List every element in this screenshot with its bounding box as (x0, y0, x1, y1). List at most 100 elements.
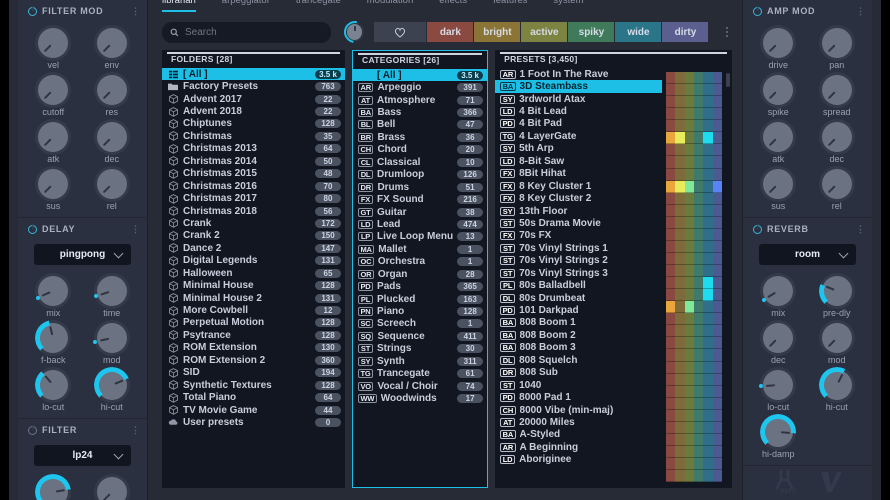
knob-dial[interactable] (759, 370, 794, 400)
tag-matrix-cell[interactable] (712, 132, 722, 145)
tag-matrix-cell[interactable] (675, 385, 685, 398)
knob-dial[interactable] (96, 169, 127, 199)
category-row[interactable]: AR Arpeggio 391 (353, 81, 487, 93)
tag-matrix-cell[interactable] (712, 228, 722, 241)
tag-matrix-cell[interactable] (684, 385, 694, 398)
knob-dial[interactable] (96, 75, 127, 105)
preset-row[interactable]: AR A Beginning (495, 441, 662, 453)
tag-filter-dark[interactable]: dark (427, 22, 474, 42)
knob-lo-cut[interactable]: lo-cut (25, 367, 81, 412)
tag-matrix-cell[interactable] (684, 277, 694, 290)
category-row[interactable]: LD Lead 474 (353, 218, 487, 230)
tag-matrix-cell[interactable] (675, 337, 685, 350)
preset-row[interactable]: SY 5th Arp (495, 143, 662, 155)
browser-volume-knob[interactable] (339, 16, 371, 48)
favorite-filter-button[interactable] (374, 22, 427, 42)
tag-matrix-cell[interactable] (693, 156, 704, 169)
tag-matrix-cell[interactable] (675, 132, 685, 145)
tag-matrix-cell[interactable] (666, 72, 676, 85)
folder-row[interactable]: Advent 2017 22 (162, 93, 345, 105)
tab-trancegate[interactable]: trancegate (296, 0, 341, 10)
tag-matrix-cell[interactable] (675, 458, 685, 471)
tag-matrix-cell[interactable] (684, 301, 694, 314)
folder-row[interactable]: Dance 2 147 (162, 242, 345, 254)
tag-matrix-cell[interactable] (703, 421, 713, 434)
knob-res[interactable]: res (84, 72, 140, 117)
folder-row[interactable]: Halloween 65 (162, 267, 345, 279)
tag-matrix-cell[interactable] (703, 349, 713, 362)
tag-matrix-cell[interactable] (703, 204, 713, 217)
category-row[interactable]: SY Synth 311 (353, 355, 487, 367)
tag-matrix-cell[interactable] (666, 325, 676, 338)
power-icon[interactable] (28, 6, 37, 16)
knob-dial[interactable] (763, 169, 794, 199)
tag-matrix-cell[interactable] (703, 470, 713, 483)
tag-matrix-cell[interactable] (684, 265, 694, 278)
tag-matrix-cell[interactable] (712, 458, 722, 471)
tag-matrix-cell[interactable] (666, 421, 676, 434)
tag-matrix-cell[interactable] (666, 361, 676, 374)
knob-dial[interactable] (38, 75, 69, 105)
tag-matrix-cell[interactable] (712, 84, 722, 97)
tag-matrix-cell[interactable] (712, 470, 722, 483)
tag-matrix-cell[interactable] (666, 301, 676, 314)
tag-matrix-cell[interactable] (693, 240, 704, 253)
folder-row[interactable]: Christmas 35 (162, 130, 345, 142)
tag-matrix-cell[interactable] (684, 120, 694, 133)
tag-matrix-cell[interactable] (712, 349, 722, 362)
folders-list[interactable]: [ All ] 3.5 k Factory Presets 763 Advent 201… (162, 68, 345, 488)
tag-matrix-cell[interactable] (693, 445, 704, 458)
tag-matrix-cell[interactable] (675, 433, 685, 446)
tag-matrix-cell[interactable] (703, 240, 713, 253)
knob-dec[interactable]: dec (809, 119, 865, 164)
knob-mod[interactable]: mod (84, 320, 140, 365)
tag-matrix-cell[interactable] (693, 409, 704, 422)
tag-matrix-cell[interactable] (693, 397, 704, 410)
knob-res[interactable]: res (84, 474, 140, 500)
tag-matrix-cell[interactable] (693, 265, 704, 278)
preset-row[interactable]: LD 8-Bit Saw (495, 155, 662, 167)
folder-row[interactable]: ROM Extension 130 (162, 342, 345, 354)
tag-matrix-cell[interactable] (684, 228, 694, 241)
tag-matrix-cell[interactable] (666, 120, 676, 133)
knob-sus[interactable]: sus (25, 166, 81, 211)
knob-dial[interactable] (763, 122, 794, 152)
tag-matrix-cell[interactable] (675, 470, 685, 483)
tag-matrix-cell[interactable] (693, 108, 704, 121)
knob-hi-damp[interactable]: hi-damp (750, 414, 806, 459)
tag-matrix-cell[interactable] (666, 252, 676, 265)
knob-rel[interactable]: rel (84, 166, 140, 211)
tag-matrix-cell[interactable] (666, 156, 676, 169)
tag-matrix-cell[interactable] (675, 216, 685, 229)
toolbar-menu-icon[interactable] (722, 27, 732, 37)
folder-row[interactable]: Psytrance 128 (162, 329, 345, 341)
tag-matrix-cell[interactable] (684, 168, 694, 181)
category-row[interactable]: SC Screech 1 (353, 318, 487, 330)
preset-row[interactable]: ST 50s Drama Movie (495, 217, 662, 229)
tag-matrix-cell[interactable] (684, 433, 694, 446)
tag-matrix-cell[interactable] (703, 252, 713, 265)
tag-matrix-cell[interactable] (693, 277, 704, 290)
tag-matrix-cell[interactable] (712, 108, 722, 121)
tag-matrix-cell[interactable] (675, 252, 685, 265)
tag-matrix-cell[interactable] (684, 313, 694, 326)
knob-dec[interactable]: dec (750, 320, 806, 365)
tag-matrix-cell[interactable] (675, 180, 685, 193)
preset-row[interactable]: ST 70s Vinyl Strings 3 (495, 267, 662, 279)
tag-matrix-column[interactable] (675, 72, 685, 483)
tag-matrix-cell[interactable] (675, 84, 685, 97)
knob-dec[interactable]: dec (84, 119, 140, 164)
tag-matrix-cell[interactable] (693, 349, 704, 362)
preset-row[interactable]: BA 808 Boom 3 (495, 342, 662, 354)
tag-matrix-cell[interactable] (666, 96, 676, 109)
tag-matrix-cell[interactable] (712, 325, 722, 338)
folder-row[interactable]: Crank 172 (162, 217, 345, 229)
preset-row[interactable]: PD 8000 Pad 1 (495, 391, 662, 403)
module-mode-select[interactable]: lp24 (34, 445, 131, 466)
tag-matrix-cell[interactable] (666, 385, 676, 398)
tag-matrix-cell[interactable] (684, 96, 694, 109)
tag-matrix-cell[interactable] (684, 470, 694, 483)
knob-dial[interactable] (96, 122, 127, 152)
tag-matrix-cell[interactable] (703, 216, 713, 229)
category-row[interactable]: OR Organ 28 (353, 268, 487, 280)
